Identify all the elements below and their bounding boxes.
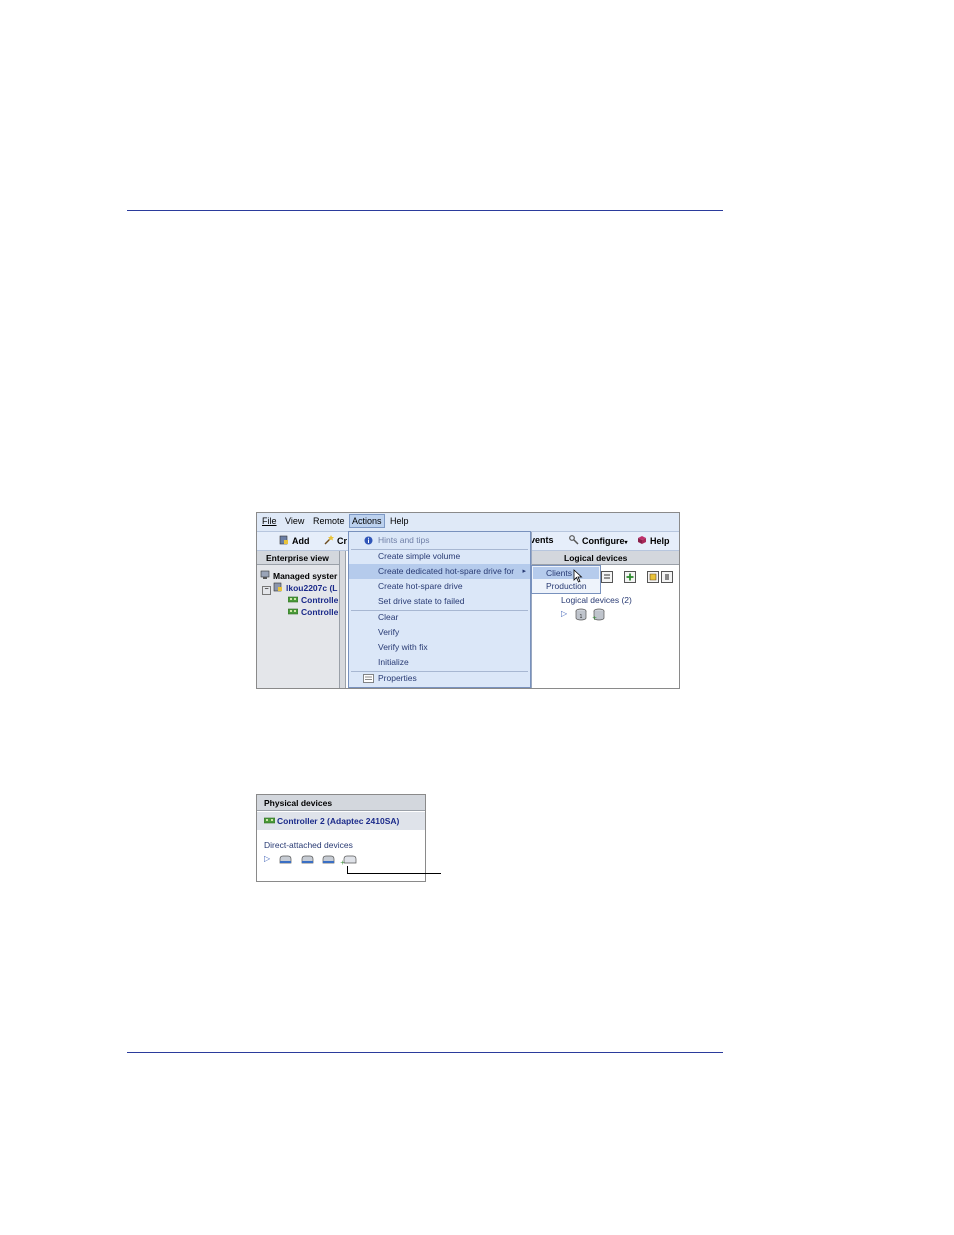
wrench-icon — [569, 535, 579, 545]
menu-item-create-hot-spare[interactable]: Create hot-spare drive — [349, 579, 530, 594]
hard-drive-icon[interactable] — [322, 855, 335, 864]
help-book-icon — [638, 536, 646, 544]
top-divider — [127, 210, 723, 211]
create-plus-icon[interactable] — [624, 571, 636, 583]
menu-remote[interactable]: Remote — [313, 516, 345, 526]
computer-icon — [260, 570, 270, 579]
menu-actions[interactable]: Actions — [349, 514, 385, 528]
hard-drive-icon[interactable] — [279, 855, 292, 864]
logical-drive-icon[interactable]: 1 — [575, 608, 587, 621]
tree-controller-1[interactable]: Controlle — [288, 594, 338, 605]
menu-item-verify-with-fix[interactable]: Verify with fix — [349, 640, 530, 655]
menu-item-create-simple-volume[interactable]: Create simple volume — [349, 549, 530, 564]
direct-attached-label: Direct-attached devices — [264, 840, 353, 850]
menu-item-clear[interactable]: Clear — [349, 610, 530, 625]
hot-spare-drive-icon[interactable]: + — [340, 854, 357, 865]
menu-item-properties[interactable]: Properties — [349, 671, 530, 686]
svg-text:1: 1 — [579, 614, 582, 620]
properties-icon — [363, 674, 374, 683]
actions-menu: Hints and tips Create simple volume Crea… — [348, 531, 531, 688]
logical-drive-icon[interactable]: + — [591, 608, 605, 621]
tree-managed-systems[interactable]: Managed syster — [260, 570, 337, 581]
configure-button[interactable]: Configure▾ — [569, 535, 628, 546]
add-system-icon — [279, 535, 288, 545]
menu-bar: File View Remote Actions Help — [257, 513, 679, 532]
controller-card-icon — [288, 596, 298, 603]
physical-devices-header: Physical devices — [257, 795, 425, 811]
menu-view[interactable]: View — [285, 516, 304, 526]
menu-file[interactable]: File — [262, 516, 277, 526]
storage-manager-window: File View Remote Actions Help Add Cr ven… — [256, 512, 680, 689]
bottom-divider — [127, 1052, 723, 1053]
server-icon — [273, 582, 282, 592]
controller-row[interactable]: Controller 2 (Adaptec 2410SA) — [257, 812, 425, 830]
menu-item-hints-and-tips[interactable]: Hints and tips — [349, 533, 530, 548]
delete-icon[interactable] — [661, 571, 673, 583]
logical-devices-header: Logical devices — [529, 551, 679, 565]
hard-drive-icon[interactable] — [301, 855, 314, 864]
pane-splitter[interactable] — [340, 551, 346, 688]
menu-item-initialize[interactable]: Initialize — [349, 655, 530, 670]
hot-spare-target-submenu: Clients Production — [531, 565, 601, 594]
add-button[interactable]: Add — [279, 535, 310, 546]
controller-card-icon — [263, 817, 276, 824]
wizard-icon[interactable] — [647, 571, 659, 583]
wand-icon — [324, 535, 334, 545]
submenu-item-production[interactable]: Production — [533, 580, 599, 592]
svg-text:+: + — [592, 615, 597, 621]
expand-arrow-icon[interactable]: ▷ — [561, 609, 567, 618]
logical-devices-group-label: Logical devices (2) — [561, 595, 632, 605]
enterprise-view-pane: Enterprise view Managed syster − lkou2207… — [257, 551, 340, 688]
list-view-icon[interactable] — [601, 571, 613, 583]
create-button[interactable]: Cr — [324, 535, 347, 546]
physical-devices-panel: Physical devices Controller 2 (Adaptec 2… — [256, 794, 426, 882]
submenu-item-clients[interactable]: Clients — [533, 567, 599, 579]
submenu-arrow-icon: ▸ — [522, 568, 526, 575]
svg-text:+: + — [340, 860, 345, 866]
callout-line-horizontal — [347, 873, 441, 874]
dropdown-arrow-icon: ▾ — [624, 540, 628, 546]
info-icon — [364, 536, 373, 545]
mouse-cursor-icon — [573, 569, 583, 583]
tree-controller-2[interactable]: Controlle — [288, 606, 338, 617]
events-button[interactable]: vents — [530, 535, 554, 545]
enterprise-view-header: Enterprise view — [257, 551, 339, 565]
menu-item-verify[interactable]: Verify — [349, 625, 530, 640]
menu-item-set-drive-failed[interactable]: Set drive state to failed — [349, 594, 530, 609]
collapse-icon[interactable]: − — [262, 586, 271, 595]
help-button[interactable]: Help — [637, 535, 670, 546]
controller-card-icon — [288, 608, 298, 615]
menu-help[interactable]: Help — [390, 516, 409, 526]
expand-arrow-icon[interactable]: ▷ — [264, 854, 270, 863]
menu-item-create-dedicated-hot-spare[interactable]: Create dedicated hot-spare drive for ▸ — [349, 564, 530, 579]
